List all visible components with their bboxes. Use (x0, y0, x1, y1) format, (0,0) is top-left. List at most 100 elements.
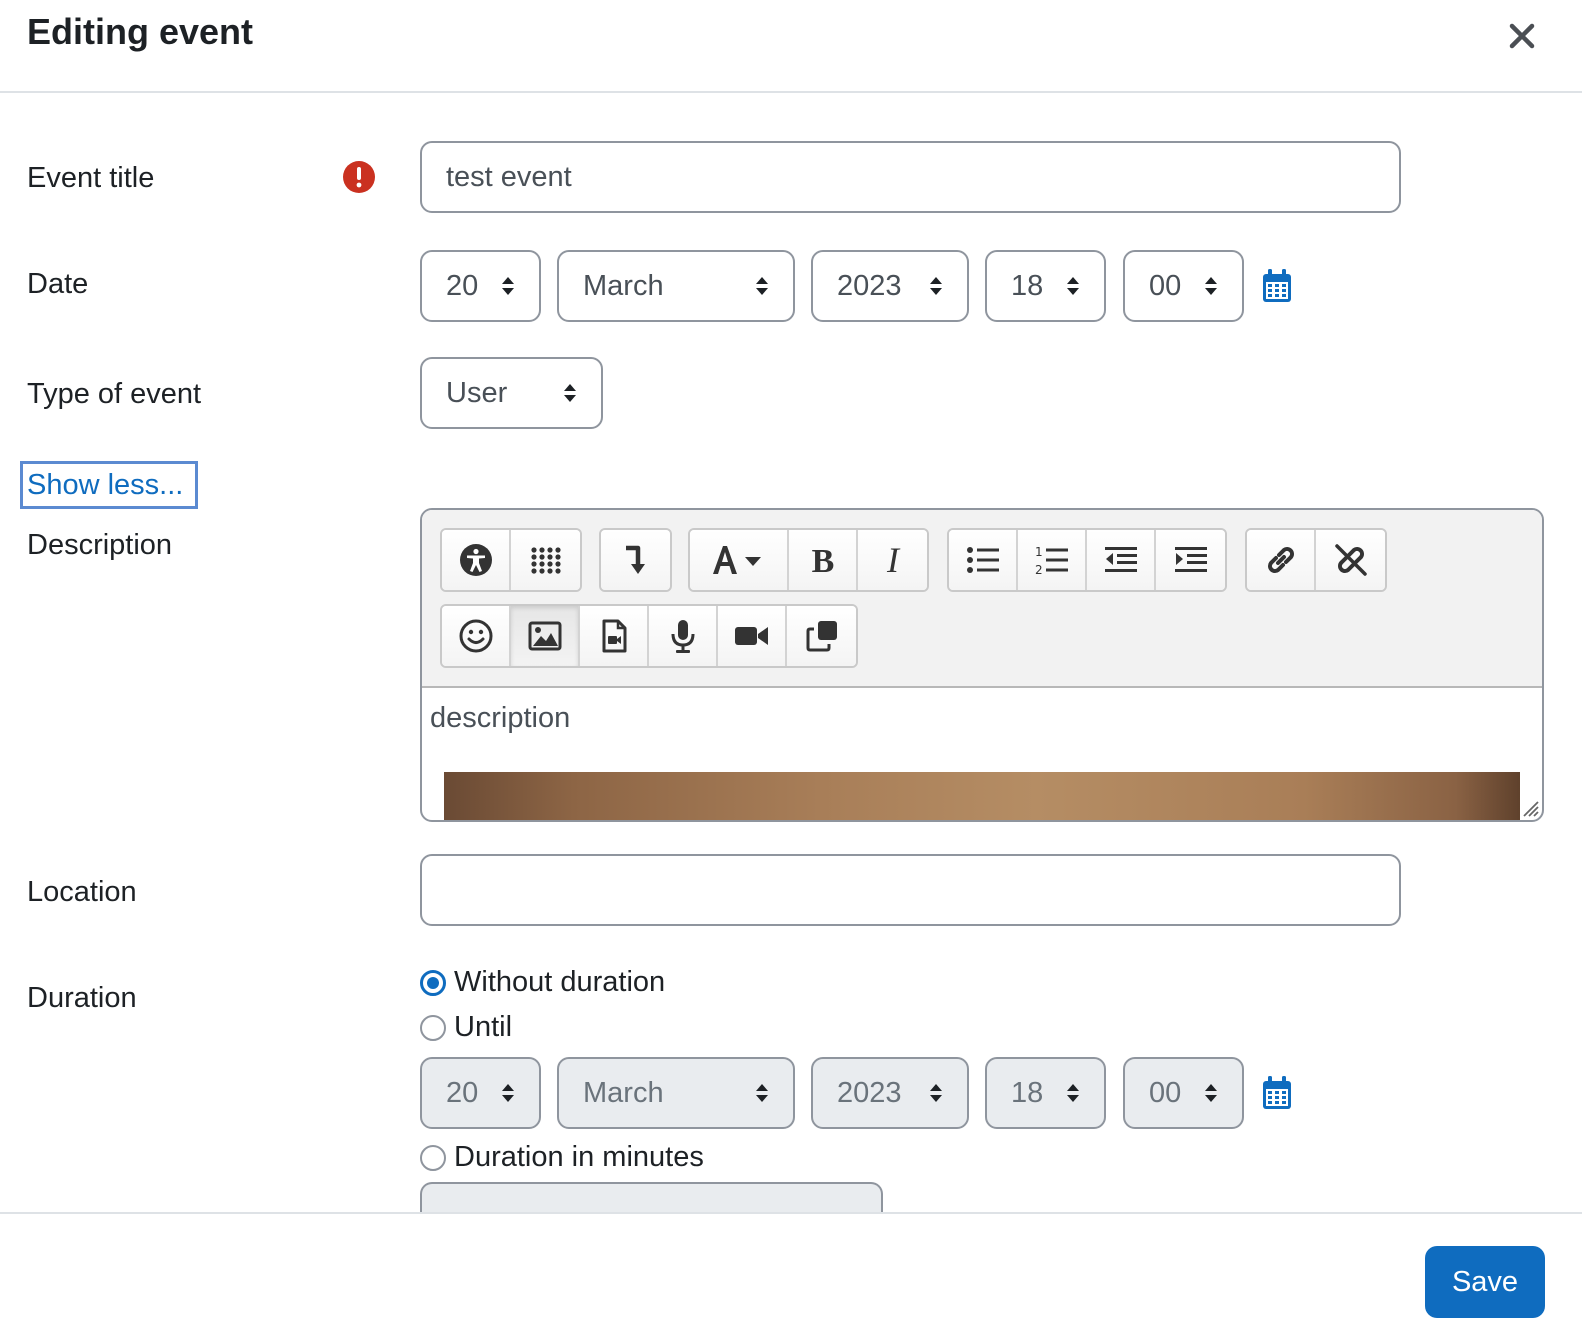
until-minute-value: 00 (1149, 1076, 1182, 1109)
duration-option-label: Without duration (454, 966, 666, 998)
svg-text:1: 1 (1035, 545, 1043, 559)
accessibility-checker-button[interactable] (442, 530, 511, 590)
image-button[interactable] (511, 606, 580, 666)
until-day-select[interactable]: 20 (420, 1057, 541, 1129)
select-caret-icon (1205, 1084, 1217, 1102)
select-caret-icon (1067, 1084, 1079, 1102)
until-year-select[interactable]: 2023 (811, 1057, 969, 1129)
duration-option-minutes[interactable]: Duration in minutes (420, 1141, 704, 1174)
record-audio-button[interactable] (649, 606, 718, 666)
close-button[interactable] (1500, 14, 1544, 58)
toolbar-group-list: 1 2 (947, 528, 1227, 592)
italic-icon: I (886, 542, 901, 578)
select-caret-icon (502, 277, 514, 295)
indent-icon (1174, 547, 1207, 572)
modal-footer (0, 1214, 1582, 1344)
description-editor[interactable]: B I 1 2 description (420, 508, 1544, 822)
manage-files-button[interactable] (787, 606, 856, 666)
toolbar-group-links (1245, 528, 1387, 592)
date-year-select[interactable]: 2023 (811, 250, 969, 322)
bold-icon: B (811, 543, 834, 578)
until-hour-select[interactable]: 18 (985, 1057, 1106, 1129)
ordered-list-button[interactable]: 1 2 (1018, 530, 1087, 590)
date-minute-select[interactable]: 00 (1123, 250, 1244, 322)
media-button[interactable] (580, 606, 649, 666)
location-input[interactable] (420, 854, 1401, 926)
calendar-icon[interactable] (1262, 269, 1292, 303)
duration-option-label: Duration in minutes (454, 1141, 704, 1173)
file-video-icon (602, 619, 626, 653)
until-month-value: March (583, 1076, 664, 1109)
insert-special-char-button[interactable] (601, 530, 670, 590)
calendar-icon[interactable] (1262, 1076, 1292, 1110)
microphone-icon (671, 620, 694, 653)
editor-content-text[interactable]: description (430, 702, 570, 735)
bold-button[interactable]: B (789, 530, 858, 590)
duration-option-label: Until (454, 1011, 513, 1043)
select-caret-icon (756, 1084, 768, 1102)
record-video-button[interactable] (718, 606, 787, 666)
unordered-list-button[interactable] (949, 530, 1018, 590)
resize-handle-icon[interactable] (1518, 796, 1540, 818)
select-caret-icon (1067, 277, 1079, 295)
show-less-link[interactable]: Show less... (20, 461, 198, 509)
header-divider (0, 91, 1582, 93)
type-of-event-label: Type of event (27, 378, 202, 410)
date-hour-select[interactable]: 18 (985, 250, 1106, 322)
emoji-icon (459, 619, 492, 653)
emoji-button[interactable] (442, 606, 511, 666)
date-day-value: 20 (446, 269, 479, 302)
radio-button[interactable] (420, 1014, 446, 1041)
toolbar-group-media (440, 604, 858, 668)
outdent-button[interactable] (1087, 530, 1156, 590)
copy-files-icon (806, 621, 837, 652)
date-month-select[interactable]: March (557, 250, 795, 322)
select-caret-icon (502, 1084, 514, 1102)
font-style-icon (712, 546, 761, 574)
outdent-icon (1104, 547, 1137, 572)
duration-label: Duration (27, 982, 137, 1014)
svg-text:B: B (811, 543, 834, 578)
font-style-button[interactable] (690, 530, 789, 590)
date-day-select[interactable]: 20 (420, 250, 541, 322)
date-minute-value: 00 (1149, 269, 1182, 302)
link-icon (1267, 547, 1294, 573)
event-title-label: Event title (27, 162, 155, 194)
select-caret-icon (756, 277, 768, 295)
svg-text:2: 2 (1035, 563, 1043, 577)
duration-option-until[interactable]: Until (420, 1011, 512, 1044)
until-day-value: 20 (446, 1076, 479, 1109)
select-caret-icon (930, 277, 942, 295)
embedded-image (444, 772, 1520, 820)
select-caret-icon (930, 1084, 942, 1102)
editor-toolbar: B I 1 2 (422, 510, 1542, 688)
save-button[interactable]: Save (1425, 1246, 1545, 1318)
until-year-value: 2023 (837, 1076, 902, 1109)
more-buttons-button[interactable] (511, 530, 580, 590)
description-label: Description (27, 529, 173, 561)
select-caret-icon (564, 384, 576, 402)
toolbar-group-accessibility (440, 528, 582, 592)
required-error-icon (343, 161, 375, 193)
radio-button[interactable] (420, 969, 446, 996)
italic-button[interactable]: I (858, 530, 927, 590)
until-month-select[interactable]: March (557, 1057, 795, 1129)
video-camera-icon (734, 627, 768, 645)
radio-button[interactable] (420, 1144, 446, 1171)
level-down-arrow-icon (625, 545, 645, 574)
indent-button[interactable] (1156, 530, 1225, 590)
until-minute-select[interactable]: 00 (1123, 1057, 1244, 1129)
ordered-list-icon: 1 2 (1035, 545, 1068, 577)
unordered-list-icon (966, 547, 999, 573)
event-title-input[interactable] (420, 141, 1401, 213)
unlink-icon (1334, 544, 1367, 576)
footer-divider (0, 1212, 1582, 1214)
type-of-event-select[interactable]: User (420, 357, 603, 429)
unlink-button[interactable] (1316, 530, 1385, 590)
select-caret-icon (1205, 277, 1217, 295)
svg-text:I: I (886, 542, 901, 578)
date-month-value: March (583, 269, 664, 302)
duration-option-without[interactable]: Without duration (420, 966, 665, 999)
link-button[interactable] (1247, 530, 1316, 590)
image-icon (528, 621, 561, 651)
